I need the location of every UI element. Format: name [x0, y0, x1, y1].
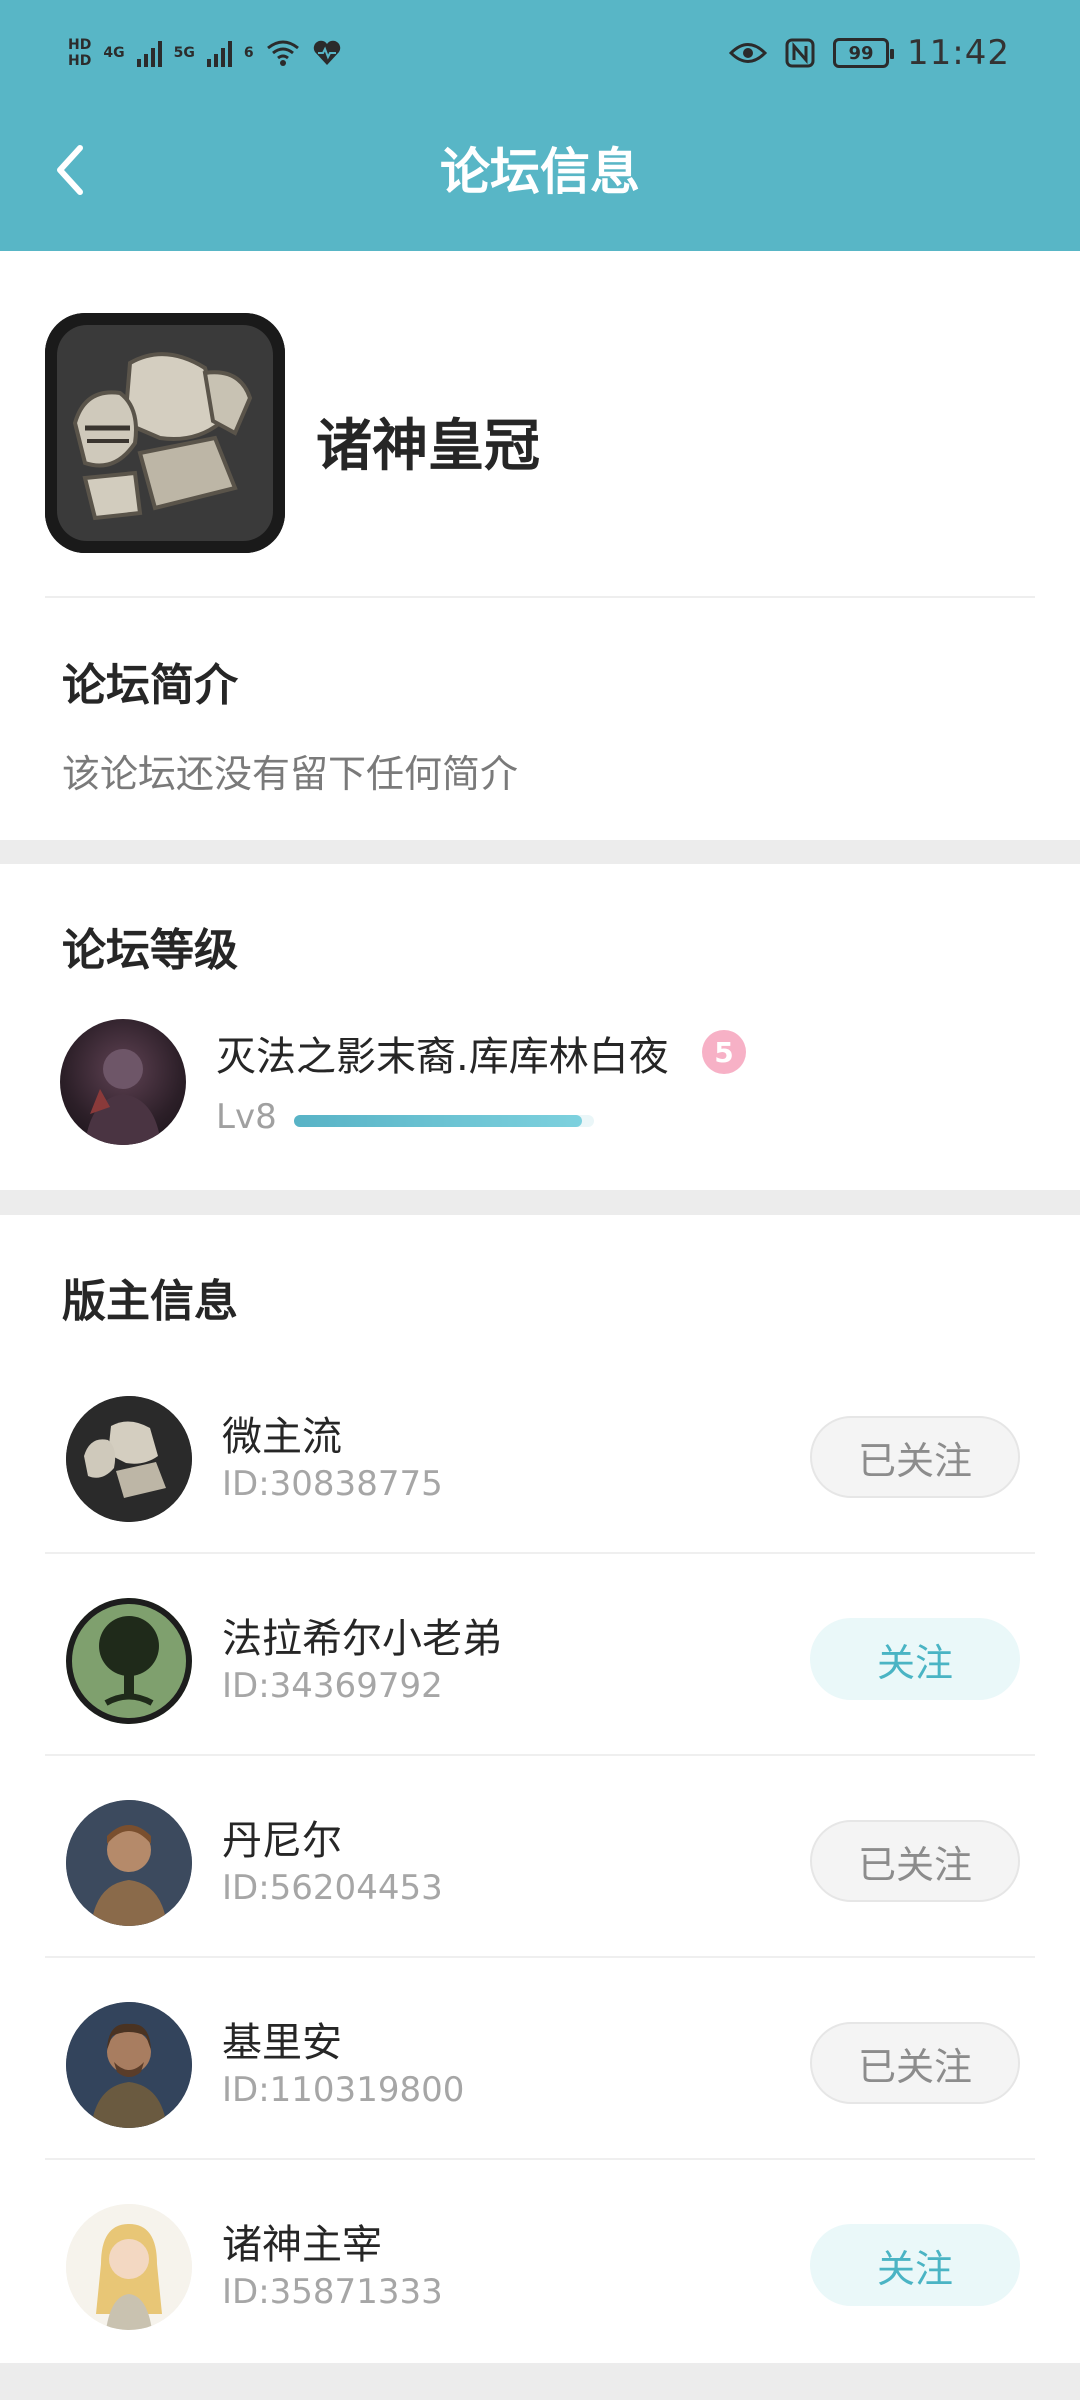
moderators-title: 版主信息 — [62, 1276, 238, 1327]
network-5g-label: 5G — [173, 45, 195, 61]
portrait-avatar-icon — [66, 2002, 192, 2128]
armor-avatar-icon — [66, 1396, 192, 1522]
avatar[interactable] — [66, 2002, 192, 2128]
intro-title: 论坛简介 — [62, 660, 238, 711]
divider — [45, 596, 1035, 598]
forum-info-section: 诸神皇冠 论坛简介 该论坛还没有留下任何简介 — [0, 251, 1080, 840]
moderator-name: 丹尼尔 — [222, 1818, 342, 1864]
level-user-name: 灭法之影末裔.库库林白夜 — [216, 1034, 669, 1080]
moderator-name: 诸神主宰 — [222, 2222, 382, 2268]
heart-icon — [313, 40, 340, 65]
hd-indicator: HD HD — [68, 38, 91, 68]
user-avatar-icon — [85, 1049, 161, 1145]
battery-icon: 99 — [833, 38, 895, 68]
avatar[interactable] — [66, 2204, 192, 2330]
wifi-icon — [266, 40, 299, 66]
tree-avatar-icon — [66, 1598, 192, 1724]
moderator-row[interactable]: 诸神主宰 ID:35871333 关注 — [0, 2160, 1080, 2362]
avatar[interactable] — [66, 1598, 192, 1724]
forum-name: 诸神皇冠 — [316, 414, 540, 479]
following-button[interactable]: 已关注 — [810, 2022, 1020, 2104]
moderator-row[interactable]: 基里安 ID:110319800 已关注 — [0, 1958, 1080, 2160]
network-4g-label: 4G — [103, 45, 125, 61]
moderator-id: ID:56204453 — [222, 1868, 443, 1908]
page-title: 论坛信息 — [440, 143, 640, 201]
hd-label-2: HD — [68, 53, 92, 69]
level-title: 论坛等级 — [62, 925, 238, 976]
follow-button[interactable]: 关注 — [810, 2224, 1020, 2306]
following-button[interactable]: 已关注 — [810, 1820, 1020, 1902]
moderator-id: ID:35871333 — [222, 2272, 443, 2312]
status-right: 99 11:42 — [729, 28, 1010, 78]
moderator-name: 基里安 — [222, 2020, 342, 2066]
following-button[interactable]: 已关注 — [810, 1416, 1020, 1498]
level-label: Lv8 — [216, 1097, 277, 1137]
portrait-avatar-icon — [66, 2204, 192, 2330]
moderators-section: 版主信息 微主流 ID:30838775 已关注 法拉希尔小老弟 ID:3436… — [0, 1215, 1080, 2363]
status-bar: HD HD 4G 5G 6 99 11:42 — [0, 0, 1080, 100]
armor-icon — [45, 313, 285, 553]
avatar[interactable] — [66, 1800, 192, 1926]
hd-label-1: HD — [68, 37, 92, 53]
moderator-id: ID:110319800 — [222, 2070, 465, 2110]
moderator-name: 微主流 — [222, 1414, 342, 1460]
moderator-row[interactable]: 丹尼尔 ID:56204453 已关注 — [0, 1756, 1080, 1958]
portrait-avatar-icon — [66, 1800, 192, 1926]
level-progress-bar — [294, 1115, 594, 1127]
forum-level-section: 论坛等级 灭法之影末裔.库库林白夜 5 Lv8 — [0, 864, 1080, 1190]
status-left: HD HD 4G 5G 6 — [68, 28, 342, 78]
moderator-id: ID:34369792 — [222, 1666, 443, 1706]
eye-icon — [729, 43, 768, 63]
forum-icon — [45, 313, 285, 553]
signal-icon-2 — [206, 39, 232, 67]
follow-button[interactable]: 关注 — [810, 1618, 1020, 1700]
moderator-row[interactable]: 微主流 ID:30838775 已关注 — [0, 1352, 1080, 1554]
moderator-name: 法拉希尔小老弟 — [222, 1616, 502, 1662]
level-progress-fill — [294, 1115, 582, 1127]
avatar[interactable] — [60, 1019, 186, 1145]
nfc-icon — [785, 38, 815, 68]
moderator-row[interactable]: 法拉希尔小老弟 ID:34369792 关注 — [0, 1554, 1080, 1756]
moderator-id: ID:30838775 — [222, 1464, 443, 1504]
intro-text: 该论坛还没有留下任何简介 — [62, 752, 519, 796]
level-badge: 5 — [702, 1030, 746, 1074]
signal-icon-1 — [136, 39, 162, 67]
app-header: HD HD 4G 5G 6 99 11:42 论坛信息 — [0, 0, 1080, 251]
wifi-mark: 6 — [243, 45, 254, 61]
avatar[interactable] — [66, 1396, 192, 1522]
nav-row: 论坛信息 — [0, 110, 1080, 230]
status-time: 11:42 — [907, 33, 1010, 73]
